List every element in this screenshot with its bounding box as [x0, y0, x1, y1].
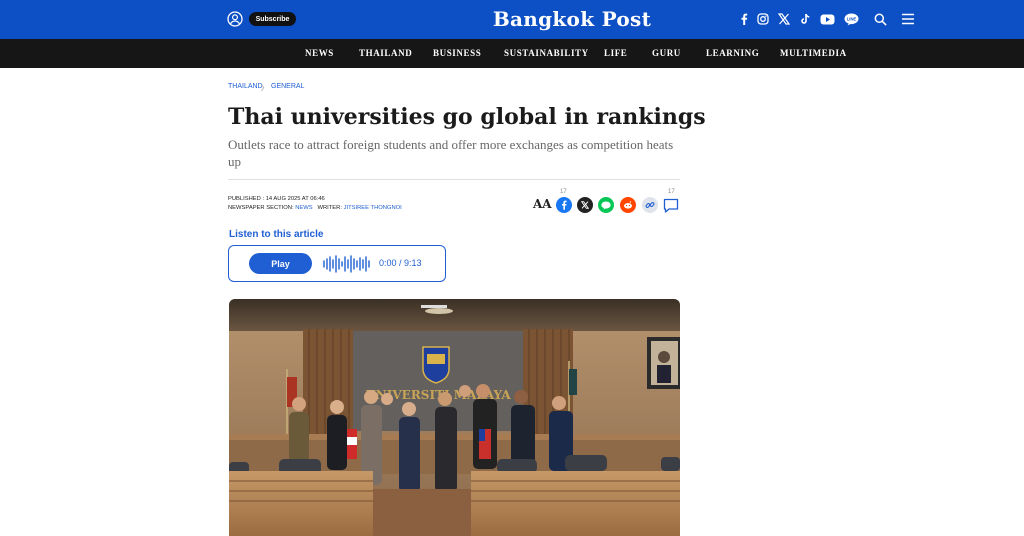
audio-time: 0:00 / 9:13: [379, 258, 422, 268]
breadcrumb-thailand[interactable]: THAILAND: [228, 83, 263, 90]
youtube-icon[interactable]: [819, 11, 835, 27]
waveform-icon: [322, 254, 370, 274]
divider: [228, 179, 680, 180]
top-header-bar: Subscribe Bangkok Post LINE: [0, 0, 1024, 39]
facebook-share-icon[interactable]: [556, 197, 572, 213]
nav-item-guru[interactable]: GURU: [652, 48, 681, 58]
nav-item-learning[interactable]: LEARNING: [706, 48, 759, 58]
section-link[interactable]: NEWS: [295, 205, 312, 211]
published-date: PUBLISHED : 14 AUG 2025 AT 06:46: [228, 196, 325, 202]
tiktok-icon[interactable]: [797, 11, 813, 27]
x-share-icon[interactable]: [577, 197, 593, 213]
nav-item-news[interactable]: NEWS: [305, 48, 334, 58]
writer-label: WRITER:: [317, 205, 341, 211]
section-label: NEWSPAPER SECTION:: [228, 205, 294, 211]
article-byline: NEWSPAPER SECTION: NEWS WRITER: JITSIREE…: [228, 205, 402, 211]
article-photo: UNIVERSITI MALAYA: [229, 299, 680, 536]
svg-text:LINE: LINE: [846, 16, 856, 21]
facebook-share-count: 17: [560, 189, 567, 195]
nav-item-sustainability[interactable]: SUSTAINABILITY: [504, 48, 589, 58]
subscribe-button[interactable]: Subscribe: [249, 12, 296, 26]
nav-item-multimedia[interactable]: MULTIMEDIA: [780, 48, 847, 58]
nav-item-life[interactable]: LIFE: [604, 48, 627, 58]
reddit-share-icon[interactable]: [620, 197, 636, 213]
instagram-icon[interactable]: [755, 11, 771, 27]
menu-icon[interactable]: [900, 11, 916, 27]
nav-item-thailand[interactable]: THAILAND: [359, 48, 412, 58]
site-logo[interactable]: Bangkok Post: [480, 5, 664, 33]
facebook-icon[interactable]: [736, 11, 752, 27]
search-icon[interactable]: [872, 11, 888, 27]
breadcrumb-general[interactable]: GENERAL: [271, 83, 304, 90]
font-size-button[interactable]: AA: [533, 197, 552, 211]
writer-link[interactable]: JITSIREE THONGNOI: [344, 205, 402, 211]
comment-icon[interactable]: [663, 197, 679, 213]
article-subtitle: Outlets race to attract foreign students…: [228, 136, 680, 170]
section-nav: NEWS THAILAND BUSINESS SUSTAINABILITY LI…: [0, 39, 1024, 68]
listen-label: Listen to this article: [229, 229, 323, 240]
play-button[interactable]: Play: [249, 253, 312, 274]
line-share-icon[interactable]: [598, 197, 614, 213]
copy-link-icon[interactable]: [642, 197, 658, 213]
article-title: Thai universities go global in rankings: [228, 103, 688, 131]
line-icon[interactable]: LINE: [843, 11, 859, 27]
user-account-icon[interactable]: [227, 11, 243, 27]
comments-count: 17: [668, 189, 675, 195]
audio-player: Play 0:00 / 9:13: [228, 245, 446, 282]
nav-item-business[interactable]: BUSINESS: [433, 48, 481, 58]
x-icon[interactable]: [776, 11, 792, 27]
breadcrumb-chevron-icon: 〉: [261, 83, 268, 93]
